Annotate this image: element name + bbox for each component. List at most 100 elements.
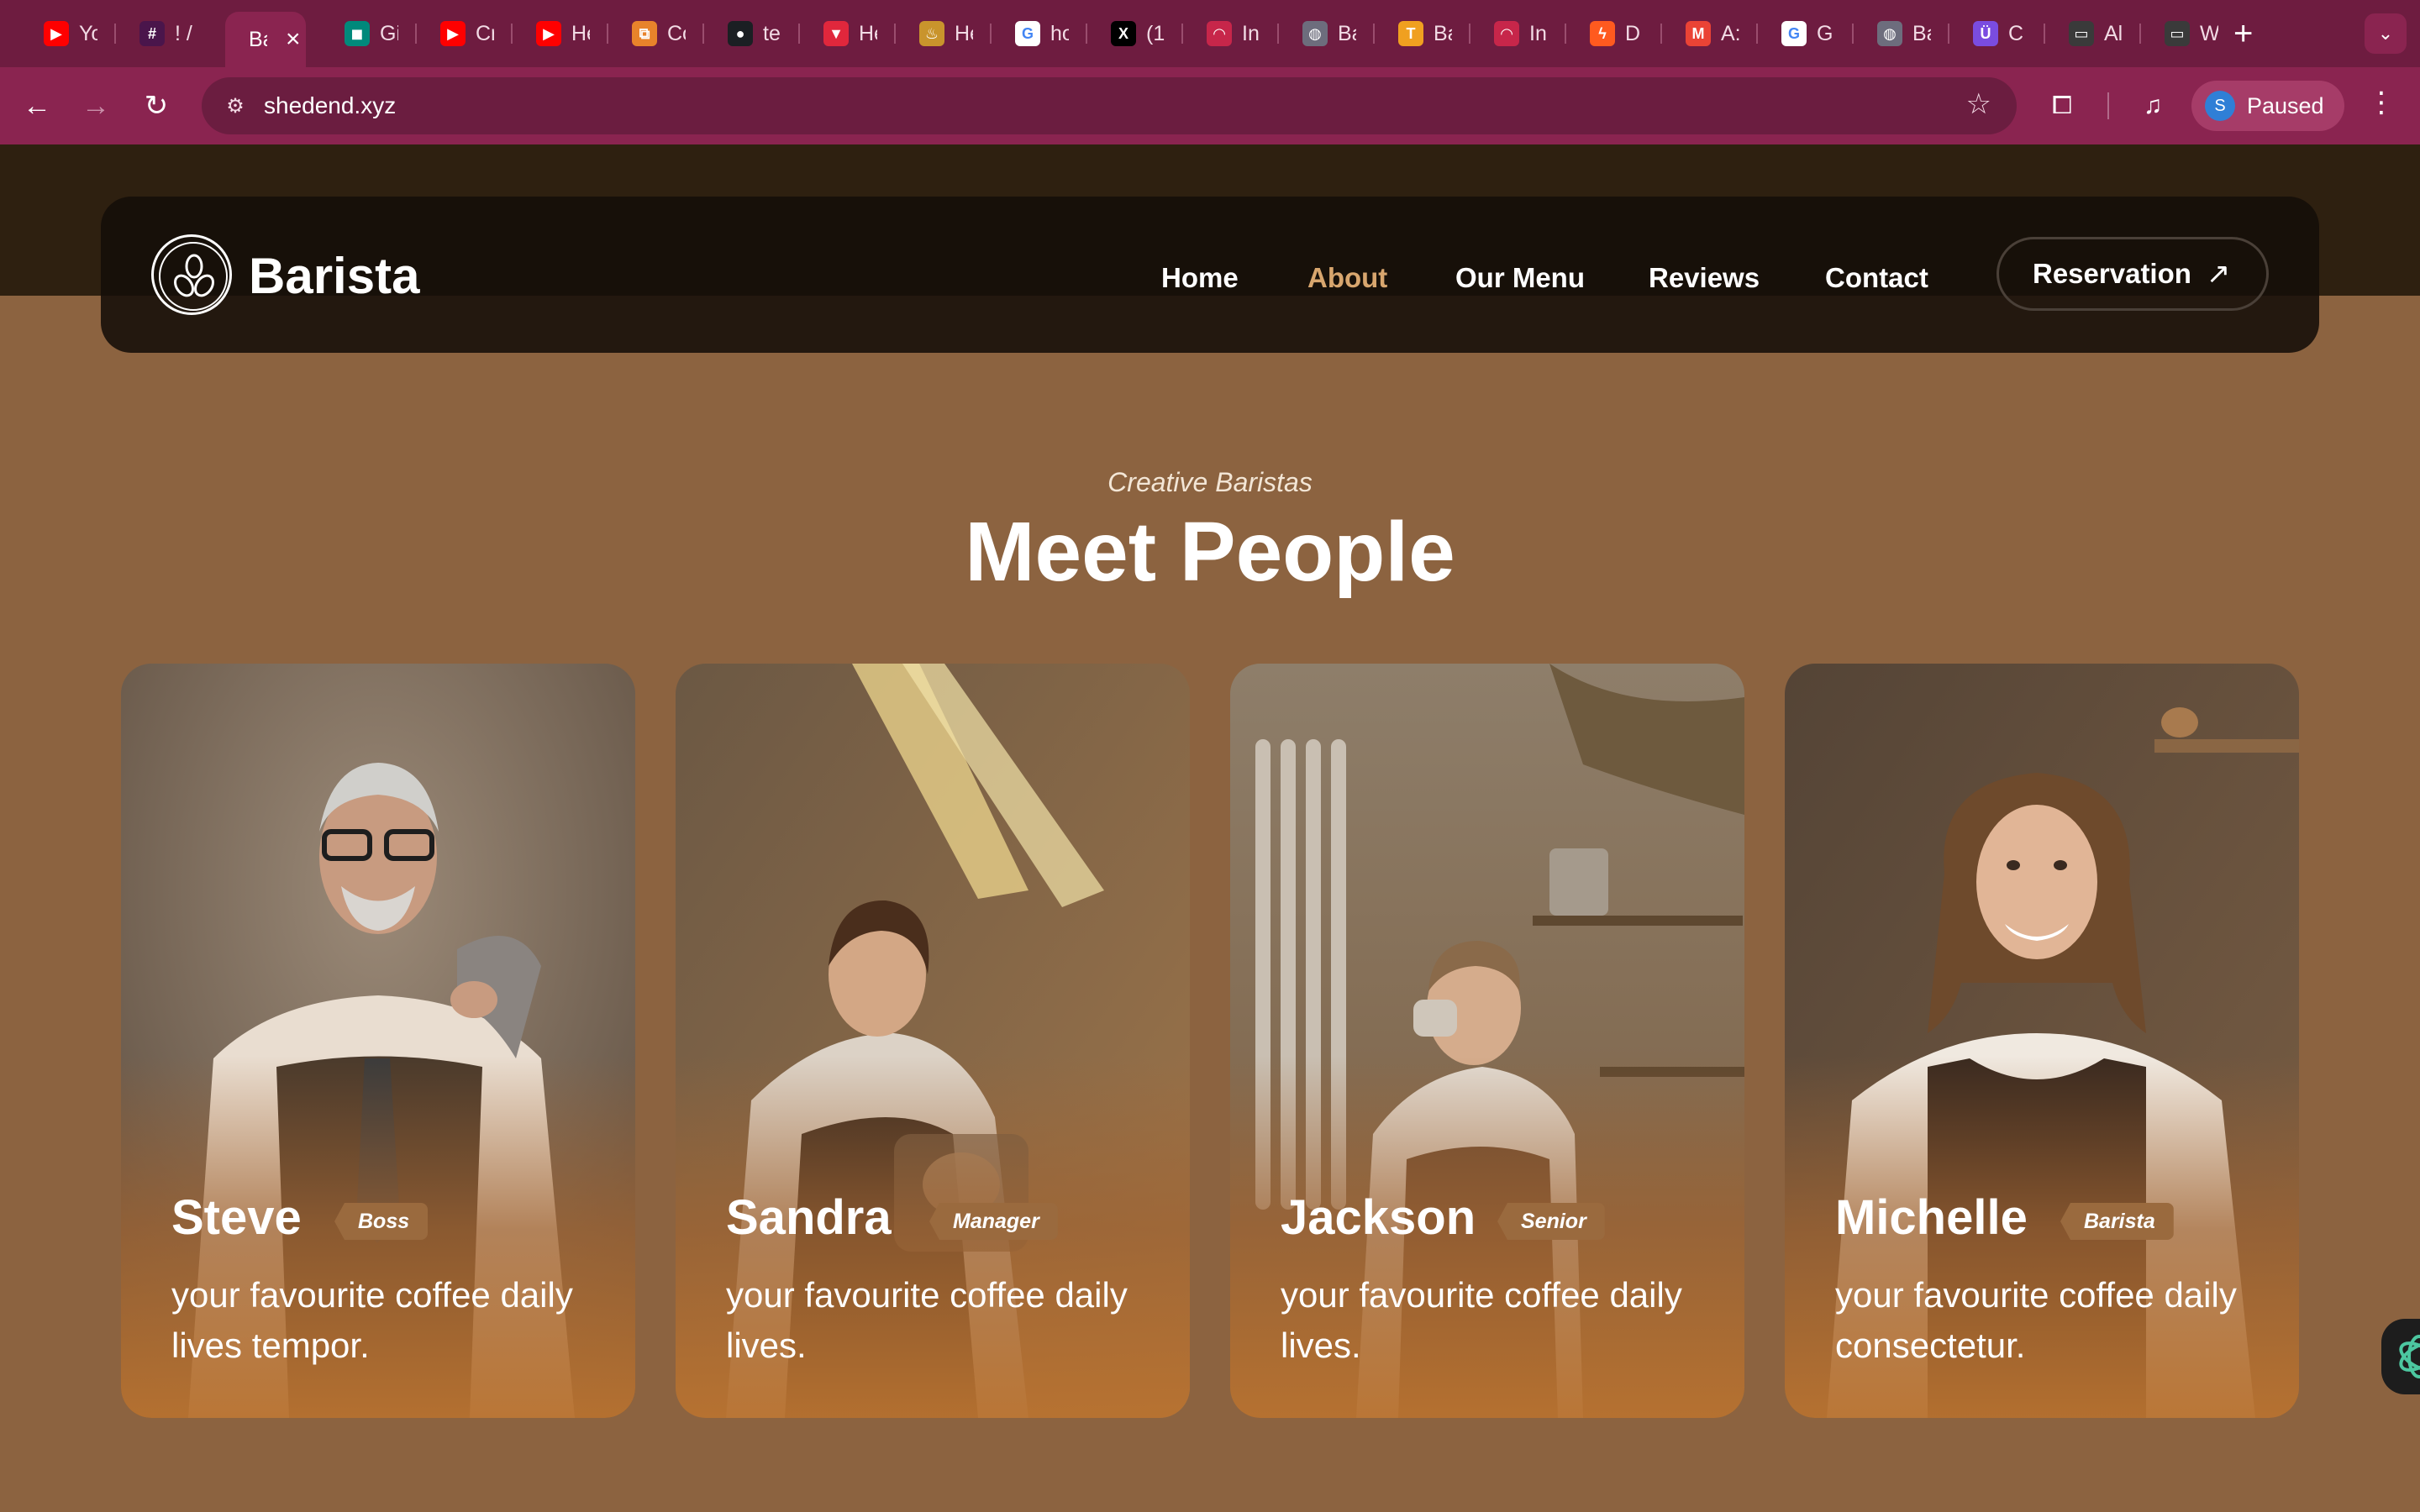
forward-button[interactable]: → xyxy=(76,86,116,126)
youtube-icon: ▶ xyxy=(44,21,69,46)
browser-tab[interactable]: ▶ Cr xyxy=(420,12,494,55)
tab-separator xyxy=(798,24,800,44)
nav-link-home[interactable]: Home xyxy=(1161,262,1239,294)
gauge-icon: ◠ xyxy=(1494,21,1519,46)
barista-logo-icon[interactable] xyxy=(151,234,232,315)
gmail-icon: M xyxy=(1686,21,1711,46)
new-tab-button[interactable]: + xyxy=(2233,15,2253,52)
browser-tab[interactable]: ⧉ Co xyxy=(612,12,686,55)
browser-tab[interactable]: ◠ In xyxy=(1186,12,1260,55)
tab-search-button[interactable]: ⌄ xyxy=(2365,13,2407,54)
back-button[interactable]: ← xyxy=(17,86,57,126)
member-name: Michelle xyxy=(1835,1190,2028,1245)
reload-button[interactable]: ↻ xyxy=(136,86,176,126)
toolbar-divider xyxy=(2107,92,2109,119)
bookmark-star-icon[interactable]: ☆ xyxy=(1966,87,1991,121)
browser-tab[interactable]: Ba × xyxy=(225,12,306,67)
tab-separator xyxy=(1086,24,1087,44)
team-card-michelle[interactable]: Michelle Barista your favourite coffee d… xyxy=(1785,664,2299,1418)
media-control-icon[interactable]: ♫ xyxy=(2133,86,2173,126)
extensions-icon[interactable]: ⧠ xyxy=(2042,86,2082,126)
browser-tab[interactable]: ▼ He xyxy=(803,12,877,55)
role-badge: Manager xyxy=(929,1203,1058,1240)
tab-separator xyxy=(114,24,116,44)
browser-tab[interactable]: GG xyxy=(1761,12,1835,55)
tab-separator xyxy=(1277,24,1279,44)
browser-tab[interactable]: ◍ Ba xyxy=(1282,12,1356,55)
browser-tab[interactable]: ÜC xyxy=(1953,12,2027,55)
browser-tab[interactable]: X (1 xyxy=(1091,12,1165,55)
browser-tab[interactable]: Gho xyxy=(995,12,1069,55)
browser-tab[interactable]: ◍ Ba xyxy=(1857,12,1931,55)
tab-separator xyxy=(1181,24,1183,44)
brand-name[interactable]: Barista xyxy=(249,247,419,305)
browser-tab[interactable]: ▭ W xyxy=(2144,12,2218,55)
tab-separator xyxy=(511,24,513,44)
browser-tab[interactable]: ♨ He xyxy=(899,12,973,55)
site-info-icon[interactable]: ⚙ xyxy=(218,89,252,123)
google-meet-icon: ◼ xyxy=(345,21,370,46)
triangle-app-icon: ▼ xyxy=(823,21,849,46)
url-text: shedend.xyz xyxy=(264,92,397,118)
youtube-icon: ▶ xyxy=(536,21,561,46)
browser-menu-icon[interactable]: ⋮ xyxy=(2366,86,2396,119)
role-badge: Senior xyxy=(1497,1203,1605,1240)
member-description: your favourite coffee daily lives. xyxy=(1281,1275,1682,1365)
tab-title: W xyxy=(2200,21,2218,45)
role-badge: Barista xyxy=(2060,1203,2174,1240)
browser-tab[interactable]: ● te xyxy=(708,12,781,55)
address-bar[interactable]: ⚙ shedend.xyz ☆ xyxy=(202,77,2017,134)
browser-tab[interactable]: ▶ He xyxy=(516,12,590,55)
browser-tab[interactable]: M A: xyxy=(1665,12,1739,55)
reservation-button[interactable]: Reservation ↗ xyxy=(1996,237,2269,311)
browser-toolbar: ← → ↻ ⚙ shedend.xyz ☆ ⧠ ♫ S Paused ⋮ xyxy=(0,67,2420,144)
tab-title: He xyxy=(859,21,877,45)
profile-button[interactable]: S Paused xyxy=(2191,81,2344,131)
github-icon: ● xyxy=(728,21,753,46)
browser-tab[interactable]: ▭ Al xyxy=(2049,12,2123,55)
globe-icon: ◍ xyxy=(1302,21,1328,46)
folder-icon: ▭ xyxy=(2165,21,2190,46)
tab-separator xyxy=(1660,24,1662,44)
google-icon: G xyxy=(1015,21,1040,46)
chat-assistant-button[interactable] xyxy=(2381,1319,2420,1394)
browser-tab[interactable]: ▶ Yo xyxy=(24,12,97,55)
close-tab-icon[interactable]: × xyxy=(286,27,301,52)
member-name: Sandra xyxy=(726,1190,892,1245)
team-card-sandra[interactable]: Sandra Manager your favourite coffee dai… xyxy=(676,664,1190,1418)
tab-separator xyxy=(990,24,992,44)
t-icon: T xyxy=(1398,21,1423,46)
tab-title: Ba xyxy=(1338,21,1356,45)
member-name: Steve xyxy=(171,1190,302,1245)
browser-tab[interactable]: T Ba xyxy=(1378,12,1452,55)
gauge-icon: ◠ xyxy=(1207,21,1232,46)
member-description: your favourite coffee daily consectetur. xyxy=(1835,1275,2237,1365)
tab-separator xyxy=(415,24,417,44)
tab-separator xyxy=(894,24,896,44)
globe-icon: ◍ xyxy=(1877,21,1902,46)
arrow-up-right-icon: ↗ xyxy=(2206,258,2231,290)
browser-tab[interactable]: # ! / xyxy=(119,12,193,55)
browser-tab[interactable]: ◼ Gi xyxy=(324,12,398,55)
browser-tab[interactable]: ◠ In xyxy=(1474,12,1548,55)
tab-separator xyxy=(607,24,608,44)
tab-title: te xyxy=(763,21,781,45)
team-card-steve[interactable]: Steve Boss your favourite coffee daily l… xyxy=(121,664,635,1418)
tab-title: Co xyxy=(667,21,686,45)
nav-link-contact[interactable]: Contact xyxy=(1825,262,1928,294)
x-icon: X xyxy=(1111,21,1136,46)
nav-link-our-menu[interactable]: Our Menu xyxy=(1455,262,1585,294)
tab-title: (1 xyxy=(1146,21,1165,45)
team-card-jackson[interactable]: Jackson Senior your favourite coffee dai… xyxy=(1230,664,1744,1418)
folder-icon: ▭ xyxy=(2069,21,2094,46)
tab-title: C xyxy=(2008,21,2024,45)
browser-tab[interactable]: ϟD xyxy=(1570,12,1644,55)
site-navbar: Barista Home About Our Menu Reviews Cont… xyxy=(101,197,2319,353)
nav-link-reviews[interactable]: Reviews xyxy=(1649,262,1760,294)
tab-title: Cr xyxy=(476,21,494,45)
tab-separator xyxy=(1373,24,1375,44)
orange-app-icon: ⧉ xyxy=(632,21,657,46)
nav-link-about[interactable]: About xyxy=(1307,262,1387,294)
tab-separator xyxy=(2044,24,2045,44)
tab-separator xyxy=(1948,24,1949,44)
